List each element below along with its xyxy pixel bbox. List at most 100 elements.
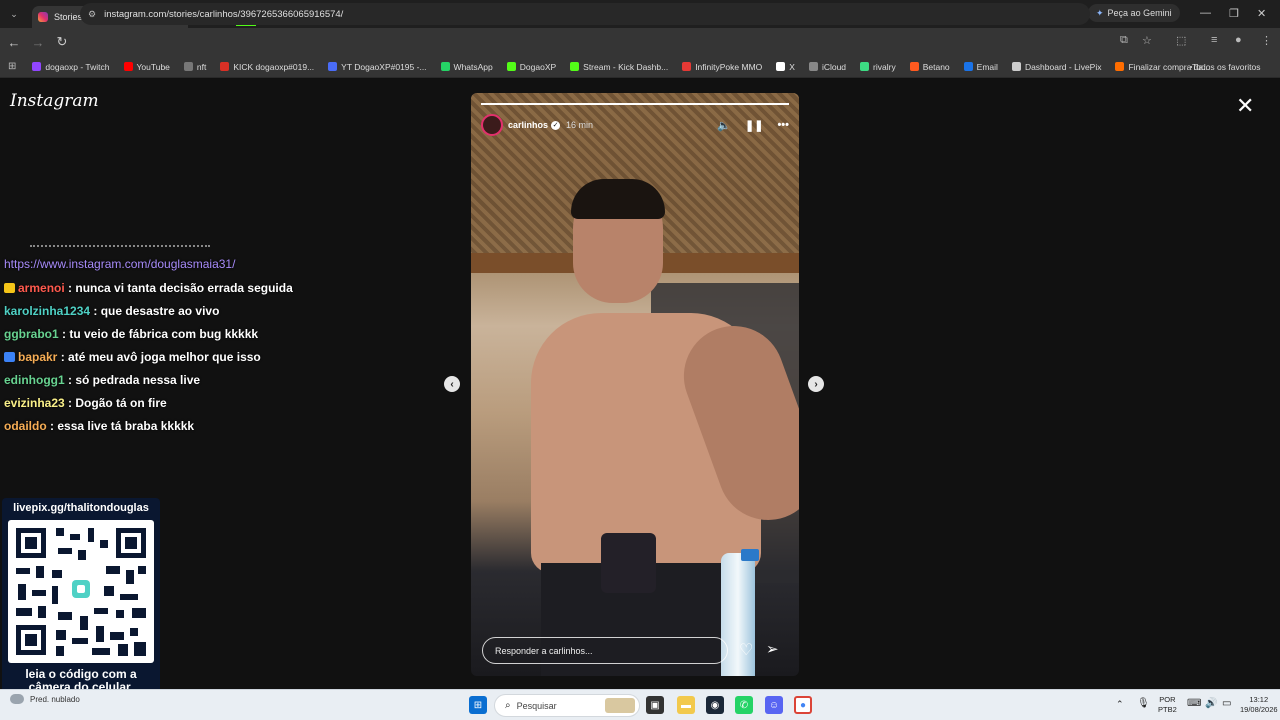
bookmark-label: Betano <box>922 61 950 72</box>
windows-taskbar: Pred. nublado ⊞ ⌕ Pesquisar ▣ ▬ ◉ ✆ ☺ ● … <box>0 689 1280 720</box>
steam-icon[interactable]: ◉ <box>706 696 724 714</box>
gemini-button[interactable]: ✦ Peça ao Gemini <box>1088 4 1180 22</box>
task-view-icon[interactable]: ▣ <box>646 696 664 714</box>
bookmark-item[interactable]: nft <box>183 62 206 72</box>
reload-icon[interactable]: ↻ <box>52 34 72 50</box>
bookmark-item[interactable]: WhatsApp <box>440 62 493 72</box>
bookmark-label: Email <box>976 61 998 72</box>
bookmark-label: iCloud <box>821 61 847 72</box>
previous-story-button[interactable]: ‹ <box>444 376 460 392</box>
chat-message: armenoi : nunca vi tanta decisão errada … <box>4 281 294 296</box>
bookmark-label: KICK dogaoxp#019... <box>233 61 315 72</box>
site-info-icon[interactable]: ⚙ <box>88 9 96 20</box>
whatsapp-icon[interactable]: ✆ <box>735 696 753 714</box>
chat-text: : Dogão tá on fire <box>68 396 167 410</box>
bookmark-label: Stream - Kick Dashb... <box>583 61 669 72</box>
battery-icon[interactable]: ▭ <box>1222 699 1231 709</box>
story-time-ago: 16 min <box>566 120 594 130</box>
show-hidden-icons[interactable]: ⌃ <box>1116 699 1124 709</box>
like-heart-icon[interactable]: ♡ <box>739 640 753 660</box>
gemini-spark-icon: ✦ <box>1096 7 1104 18</box>
bookmark-item[interactable]: dogaoxp - Twitch <box>32 62 110 72</box>
bookmark-item[interactable]: Stream - Kick Dashb... <box>570 62 668 72</box>
forward-icon[interactable]: → <box>28 35 48 50</box>
browser-menu-icon[interactable]: ⋮ <box>1261 34 1272 47</box>
chrome-icon[interactable]: ● <box>794 696 812 714</box>
mute-icon[interactable]: 🔈 <box>717 119 731 132</box>
bookmark-favicon-icon <box>1011 62 1021 71</box>
bookmark-favicon-icon <box>506 62 516 71</box>
maximize-icon[interactable]: ❐ <box>1229 7 1239 20</box>
url-text: instagram.com/stories/carlinhos/39672653… <box>104 8 344 20</box>
window-close-icon[interactable]: ✕ <box>1257 7 1266 20</box>
clock[interactable]: 13:12 19/08/2026 <box>1240 695 1278 715</box>
file-explorer-icon[interactable]: ▬ <box>677 696 695 714</box>
search-placeholder: Pesquisar <box>516 700 557 711</box>
bookmark-favicon-icon <box>776 62 786 71</box>
all-bookmarks-folder[interactable]: Todos os favoritos <box>1190 62 1261 72</box>
bookmark-label: InfinityPoke MMO <box>695 61 763 72</box>
discord-icon[interactable]: ☺ <box>765 696 783 714</box>
chat-text: : essa live tá braba kkkkk <box>50 419 195 433</box>
chat-username: armenoi <box>18 281 65 295</box>
bookmark-item[interactable]: Dashboard - LivePix <box>1011 62 1101 72</box>
bookmark-item[interactable]: iCloud <box>808 61 847 72</box>
weather-text: Pred. nublado <box>30 694 80 704</box>
taskbar-search[interactable]: ⌕ Pesquisar <box>494 694 640 717</box>
bookmark-star-icon[interactable]: ☆ <box>1142 34 1152 47</box>
bookmark-item[interactable]: X <box>776 62 795 72</box>
minimize-icon[interactable]: — <box>1200 7 1211 19</box>
bookmark-item[interactable]: KICK dogaoxp#019... <box>220 62 314 72</box>
chat-username: odaildo <box>4 419 47 433</box>
network-icon[interactable]: ⌨ <box>1187 699 1201 709</box>
bookmark-label: DogaoXP <box>519 61 557 72</box>
reply-input[interactable]: Responder a carlinhos... <box>482 637 728 664</box>
bookmark-item[interactable]: InfinityPoke MMO <box>682 62 762 72</box>
story-frame[interactable]: carlinhos ✓ 16 min 🔈 ❚❚ ••• Responder a … <box>471 93 799 676</box>
microphone-icon[interactable]: 🎙 <box>1137 699 1150 709</box>
bookmark-favicon-icon <box>570 62 580 71</box>
instagram-story-viewer: Instagram ✕ https://www.instagram.com/do… <box>0 79 1280 704</box>
story-username[interactable]: carlinhos <box>508 120 548 130</box>
bookmark-item[interactable]: rivalry <box>860 62 896 72</box>
chat-username: bapakr <box>18 350 58 364</box>
bookmark-item[interactable]: YT DogaoXP#0195 -... <box>328 62 427 72</box>
media-control-icon[interactable]: ≡ <box>1211 34 1217 46</box>
share-send-icon[interactable]: ➢ <box>766 640 779 658</box>
stream-chat-overlay: https://www.instagram.com/douglasmaia31/… <box>4 245 294 442</box>
chat-text: : que desastre ao vivo <box>93 304 220 318</box>
qr-code <box>8 520 154 663</box>
volume-icon[interactable]: 🔊 <box>1205 699 1217 709</box>
story-avatar[interactable] <box>481 114 503 136</box>
profile-avatar-icon[interactable]: ● <box>1235 34 1242 46</box>
instagram-logo[interactable]: Instagram <box>10 91 99 111</box>
close-story-icon[interactable]: ✕ <box>1236 93 1254 119</box>
bookmark-item[interactable]: Betano <box>909 61 950 72</box>
weather-widget[interactable]: Pred. nublado <box>10 694 80 704</box>
supplement-tub <box>601 533 656 593</box>
bookmark-favicon-icon <box>963 62 973 71</box>
verified-badge-icon: ✓ <box>551 120 561 130</box>
pause-icon[interactable]: ❚❚ <box>745 119 763 132</box>
bookmark-favicon-icon <box>440 62 450 71</box>
more-options-icon[interactable]: ••• <box>777 119 789 132</box>
back-icon[interactable]: ← <box>4 35 24 50</box>
bookmark-item[interactable]: Email <box>963 61 998 72</box>
url-bar[interactable]: ⚙ instagram.com/stories/carlinhos/396726… <box>80 3 1090 25</box>
search-highlight-image <box>605 698 635 713</box>
language-indicator[interactable]: POR PTB2 <box>1158 695 1177 715</box>
clock-time: 13:12 <box>1249 695 1269 704</box>
bookmark-favicon-icon <box>328 62 338 71</box>
clock-date: 19/08/2026 <box>1240 705 1278 714</box>
extensions-icon[interactable]: ⬚ <box>1176 34 1186 47</box>
chat-text: : tu veio de fábrica com bug kkkkk <box>62 327 259 341</box>
apps-grid-icon[interactable]: ⊞ <box>8 61 16 72</box>
search-icon: ⌕ <box>505 700 511 711</box>
install-app-icon[interactable]: ⧉ <box>1120 34 1128 47</box>
bookmark-item[interactable]: DogaoXP <box>506 61 557 72</box>
bookmark-favicon-icon <box>32 62 42 71</box>
next-story-button[interactable]: › <box>808 376 824 392</box>
bookmark-item[interactable]: YouTube <box>123 62 170 72</box>
tab-search-icon[interactable]: ⌄ <box>6 6 22 22</box>
start-windows-icon[interactable]: ⊞ <box>469 696 487 714</box>
